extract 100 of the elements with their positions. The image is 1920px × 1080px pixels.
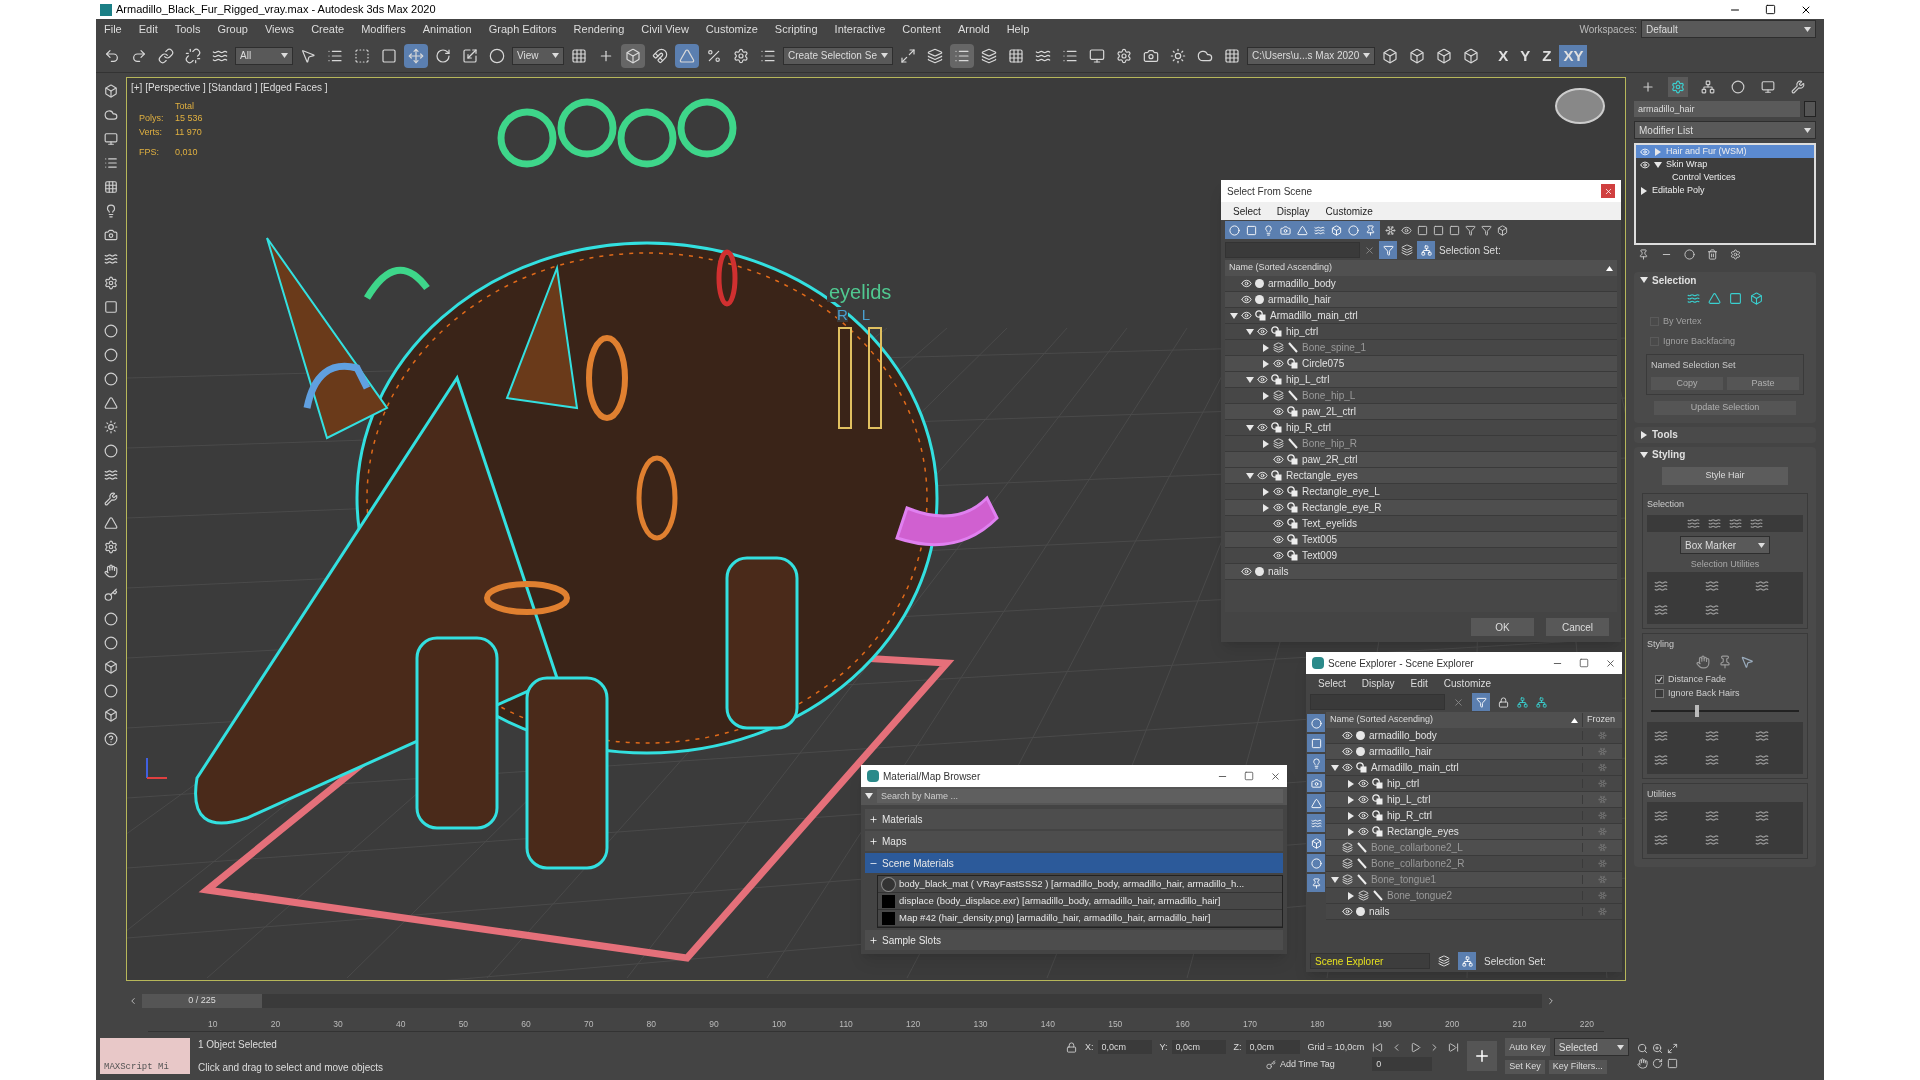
- menu-item[interactable]: Animation: [422, 20, 472, 38]
- menu-item[interactable]: Scripting: [774, 20, 818, 38]
- project-folder-dropdown[interactable]: C:\Users\u...s Max 2020: [1246, 46, 1376, 65]
- column-header[interactable]: Name (Sorted Ascending): [1326, 713, 1567, 727]
- frame-tick-label: 200: [1445, 1018, 1460, 1031]
- group-header[interactable]: Maps: [882, 833, 907, 849]
- track-bar[interactable]: 10 20 30 40 50 60 70 80 90 100 110 120 130 140 150 160 170 180 190 200 210 220: [148, 1010, 1604, 1032]
- group-label: Selection: [1647, 497, 1686, 511]
- coord-field[interactable]: 0,0cm: [1097, 1040, 1152, 1055]
- column-header[interactable]: Frozen: [1582, 713, 1622, 727]
- axis-constraint-button[interactable]: Z: [1538, 44, 1556, 67]
- frame-tick-label: 190: [1377, 1018, 1392, 1031]
- coord-field[interactable]: 0,0cm: [1245, 1040, 1300, 1055]
- frame-tick-label: 50: [458, 1018, 469, 1031]
- frame-tick-label: 170: [1242, 1018, 1258, 1031]
- tree-item[interactable]: Rectangle_eye_L: [1302, 484, 1617, 499]
- group-header[interactable]: Scene Materials: [882, 855, 954, 871]
- maxscript-listener-field[interactable]: MAXScript Mi: [100, 1038, 190, 1074]
- selection-filter-dropdown[interactable]: All: [235, 46, 293, 65]
- modifier-item[interactable]: Skin Wrap: [1666, 157, 1708, 172]
- tree-item[interactable]: hip_R_ctrl: [1387, 808, 1582, 823]
- menu-item[interactable]: Customize: [705, 20, 758, 38]
- key-filters-button[interactable]: Key Filters...: [1548, 1060, 1607, 1074]
- panel-button[interactable]: Copy: [1651, 376, 1723, 390]
- frame-counter[interactable]: 0 / 225: [142, 994, 262, 1008]
- tree-item[interactable]: hip_ctrl: [1286, 324, 1617, 339]
- tree-item[interactable]: nails: [1369, 904, 1582, 919]
- menu-item[interactable]: Edit: [1410, 675, 1428, 691]
- material-entry[interactable]: body_black_mat ( VRayFastSSS2 ) [armadillo_body, armadillo_hair, armadillo_h...: [899, 876, 1245, 892]
- material-entry[interactable]: Map #42 (hair_density.png) [armadillo_hair, armadillo_hair, armadillo_hair]: [899, 910, 1211, 926]
- search-field[interactable]: Search by Name ...: [877, 789, 1283, 803]
- panel-button[interactable]: Paste: [1727, 376, 1799, 390]
- tree-item[interactable]: hip_ctrl: [1387, 776, 1582, 791]
- menu-item[interactable]: Rendering: [573, 20, 625, 38]
- rollout-title[interactable]: Styling: [1652, 447, 1686, 462]
- tree-item[interactable]: Text_eyelids: [1302, 516, 1617, 531]
- group-header[interactable]: Sample Slots: [882, 932, 941, 948]
- menu-item[interactable]: Modifiers: [361, 20, 406, 38]
- menu-item[interactable]: Interactive: [834, 20, 886, 38]
- update-selection-button[interactable]: Update Selection: [1654, 401, 1796, 415]
- menu-item[interactable]: Customize: [1325, 203, 1373, 219]
- frame-tick-label: 160: [1175, 1018, 1190, 1031]
- coord-field[interactable]: 0,0cm: [1171, 1040, 1226, 1055]
- frame-tick-label: 150: [1108, 1018, 1123, 1031]
- viewport-label[interactable]: [+] [Perspective ] [Standard ] [Edged Faces ]: [131, 80, 328, 95]
- group-header[interactable]: Materials: [882, 811, 923, 827]
- frame-tick-label: 140: [1040, 1018, 1055, 1031]
- dialog-button[interactable]: Cancel: [1546, 618, 1609, 636]
- menu-item[interactable]: Help: [1006, 20, 1030, 38]
- material-entry[interactable]: displace (body_displace.exr) [armadillo_body, armadillo_hair, armadillo_hair]: [899, 893, 1221, 909]
- auto-key-button[interactable]: Auto Key: [1505, 1038, 1550, 1057]
- modifier-item[interactable]: Editable Poly: [1652, 183, 1705, 198]
- frame-tick-label: 30: [333, 1018, 343, 1031]
- menu-item[interactable]: Content: [902, 20, 941, 38]
- axis-constraint-button[interactable]: X: [1494, 44, 1513, 67]
- menu-item[interactable]: File: [104, 20, 122, 38]
- menu-item[interactable]: Display: [1276, 203, 1310, 219]
- named-selection-dropdown[interactable]: Create Selection Se: [783, 46, 893, 65]
- menu-item[interactable]: Tools: [174, 20, 201, 38]
- stat-label: Verts:: [139, 125, 163, 139]
- explorer-dropdown[interactable]: Scene Explorer: [1310, 953, 1430, 969]
- menu-item[interactable]: Create: [311, 20, 345, 38]
- tree-item[interactable]: hip_R_ctrl: [1286, 420, 1617, 435]
- group-label: Named Selection Set: [1651, 359, 1737, 372]
- frame-tick-label: 40: [395, 1018, 406, 1031]
- reference-coordinate-dropdown[interactable]: View: [512, 46, 564, 65]
- sub-object-item[interactable]: Control Vertices: [1672, 170, 1736, 185]
- tree-item[interactable]: armadillo_body: [1268, 276, 1617, 291]
- menu-item[interactable]: Display: [1361, 675, 1395, 691]
- menu-item[interactable]: Views: [264, 20, 295, 38]
- workspace-dropdown[interactable]: Default: [1641, 20, 1816, 38]
- dialog-title: Material/Map Browser: [883, 769, 981, 784]
- current-frame-field[interactable]: 0: [1372, 1056, 1433, 1071]
- menu-item[interactable]: Group: [217, 20, 248, 38]
- menu-item[interactable]: Select: [1318, 675, 1346, 691]
- frame-tick-label: 110: [839, 1018, 853, 1031]
- frame-tick-label: 210: [1512, 1018, 1527, 1031]
- modifier-list-dropdown[interactable]: Modifier List: [1634, 121, 1816, 139]
- menu-item[interactable]: Select: [1233, 203, 1261, 219]
- menu-item[interactable]: Graph Editors: [488, 20, 557, 38]
- menu-item[interactable]: Civil View: [641, 20, 689, 38]
- axis-constraint-button[interactable]: Y: [1516, 44, 1535, 67]
- marker-dropdown[interactable]: Box Marker: [1680, 536, 1770, 554]
- set-key-button[interactable]: Set Key: [1505, 1060, 1545, 1074]
- dialog-button[interactable]: OK: [1471, 618, 1534, 636]
- prompt-line: Click and drag to select and move objects: [198, 1061, 385, 1075]
- object-name-field[interactable]: armadillo_hair: [1634, 101, 1800, 117]
- tree-item[interactable]: armadillo_body: [1369, 728, 1582, 743]
- tree-item[interactable]: Armadillo_main_ctrl: [1371, 760, 1582, 775]
- tree-item[interactable]: Text009: [1302, 548, 1617, 563]
- menu-item[interactable]: Edit: [138, 20, 158, 38]
- rollout-title[interactable]: Selection: [1652, 272, 1697, 288]
- add-time-tag[interactable]: Add Time Tag: [1280, 1058, 1335, 1072]
- tree-item[interactable]: Armadillo_main_ctrl: [1270, 308, 1617, 323]
- menu-item[interactable]: Arnold: [957, 20, 990, 38]
- menu-item[interactable]: Customize: [1443, 675, 1492, 691]
- style-hair-button[interactable]: Style Hair: [1662, 466, 1788, 485]
- key-mode-dropdown[interactable]: Selected: [1553, 1038, 1629, 1057]
- frame-tick-label: 220: [1579, 1018, 1594, 1031]
- rollout-title[interactable]: Tools: [1652, 427, 1678, 442]
